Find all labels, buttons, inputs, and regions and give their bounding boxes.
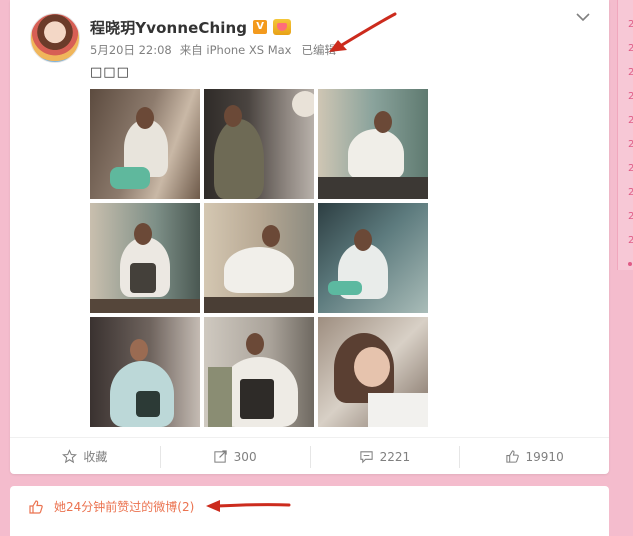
- post-text: □□□: [90, 65, 130, 80]
- liked-posts-link[interactable]: 她24分钟前赞过的微博(2): [28, 498, 194, 515]
- photo-grid: [90, 89, 428, 427]
- sidebar-item[interactable]: 2: [628, 44, 633, 54]
- chevron-down-icon[interactable]: [575, 11, 591, 23]
- sidebar-strip: 2 2 2 2 2 2 2 2 2 2: [617, 0, 633, 270]
- post-date[interactable]: 5月20日 22:08: [90, 42, 172, 58]
- post-meta: 5月20日 22:08 来自 iPhone XS Max 已编辑: [90, 42, 336, 58]
- photo-5[interactable]: [204, 203, 314, 313]
- star-icon: [62, 449, 78, 464]
- like-button[interactable]: 19910: [459, 438, 609, 475]
- photo-1[interactable]: [90, 89, 200, 199]
- weibo-post-card: 程晓玥YvonneChing V 5月20日 22:08 来自 iPhone X…: [10, 0, 609, 474]
- post-source: 来自 iPhone XS Max: [179, 43, 292, 57]
- crown-icon: [273, 19, 292, 35]
- repost-button[interactable]: 300: [159, 438, 310, 475]
- sidebar-item[interactable]: 2: [628, 164, 633, 174]
- photo-3[interactable]: [318, 89, 428, 199]
- favorite-button[interactable]: 收藏: [10, 438, 160, 475]
- sidebar-item[interactable]: 2: [628, 20, 633, 30]
- sidebar-item[interactable]: 2: [628, 68, 633, 78]
- share-icon: [214, 450, 227, 463]
- repost-count: 300: [233, 449, 257, 464]
- user-name-row: 程晓玥YvonneChing V: [90, 17, 292, 38]
- sidebar-item[interactable]: 2: [628, 188, 633, 198]
- photo-7[interactable]: [90, 317, 200, 427]
- watermark: 乐: [590, 512, 603, 526]
- sidebar-item[interactable]: 2: [628, 116, 633, 126]
- v-badge-icon: V: [253, 20, 268, 34]
- liked-posts-text: 她24分钟前赞过的微博(2): [54, 500, 195, 514]
- edited-label[interactable]: 已编辑: [302, 42, 337, 58]
- photo-6[interactable]: [318, 203, 428, 313]
- user-name[interactable]: 程晓玥YvonneChing: [90, 17, 247, 38]
- thumbs-up-icon: [29, 499, 43, 514]
- photo-9[interactable]: [318, 317, 428, 427]
- sidebar-item[interactable]: 2: [628, 212, 633, 222]
- liked-posts-card: 她24分钟前赞过的微博(2): [10, 486, 609, 536]
- comment-count: 2221: [379, 449, 411, 464]
- photo-8[interactable]: [204, 317, 314, 427]
- photo-2[interactable]: [204, 89, 314, 199]
- action-bar: 收藏 300 2221 19910: [10, 437, 609, 475]
- sidebar-item[interactable]: 2: [628, 92, 633, 102]
- photo-4[interactable]: [90, 203, 200, 313]
- comment-icon: [359, 451, 373, 464]
- thumbs-up-icon: [505, 450, 519, 463]
- avatar[interactable]: [30, 13, 80, 63]
- like-count: 19910: [525, 449, 564, 464]
- favorite-label: 收藏: [83, 450, 108, 464]
- sidebar-item[interactable]: 2: [628, 236, 633, 246]
- sidebar-item[interactable]: 2: [628, 140, 633, 150]
- comment-button[interactable]: 2221: [309, 438, 460, 475]
- sidebar-dot: [628, 262, 632, 266]
